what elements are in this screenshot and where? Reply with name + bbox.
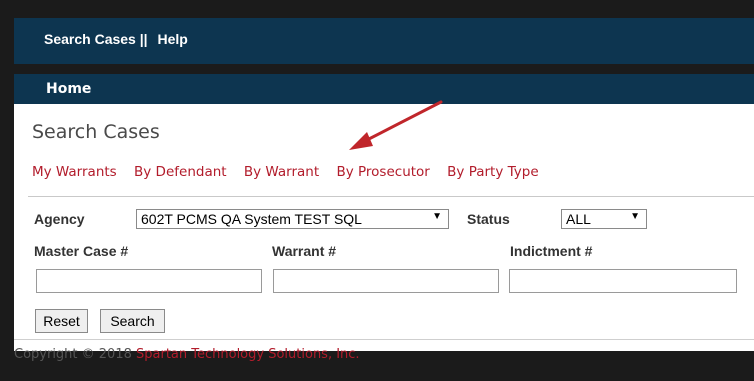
agency-select-value: 602T PCMS QA System TEST SQL — [141, 211, 362, 227]
nav-separator: || — [139, 31, 148, 47]
footer-divider — [14, 339, 754, 340]
nav-help-link[interactable]: Help — [157, 31, 187, 47]
search-button[interactable]: Search — [100, 309, 165, 333]
tabs-divider — [28, 196, 754, 197]
copyright-footer: Copyright © 2018 Spartan Technology Solu… — [14, 347, 360, 362]
warrant-input[interactable] — [273, 269, 499, 293]
chevron-down-icon: ▼ — [630, 211, 640, 222]
top-navigation-bar: Search Cases || Help — [14, 18, 754, 64]
tab-my-warrants[interactable]: My Warrants — [32, 164, 117, 180]
tab-by-warrant[interactable]: By Warrant — [244, 164, 319, 180]
home-link[interactable]: Home — [46, 81, 91, 97]
master-case-label: Master Case # — [34, 243, 129, 259]
page-title: Search Cases — [32, 121, 160, 143]
status-select-value: ALL — [566, 211, 591, 227]
tab-by-party-type[interactable]: By Party Type — [447, 164, 538, 180]
tab-by-prosecutor[interactable]: By Prosecutor — [336, 164, 429, 180]
indictment-input[interactable] — [509, 269, 737, 293]
annotation-arrow-head — [349, 132, 373, 150]
master-case-input[interactable] — [36, 269, 262, 293]
nav-search-cases-link[interactable]: Search Cases — [44, 31, 136, 47]
status-select[interactable]: ALL ▼ — [561, 209, 647, 229]
indictment-label: Indictment # — [510, 243, 593, 259]
annotation-arrow-shaft — [361, 100, 443, 144]
agency-select[interactable]: 602T PCMS QA System TEST SQL ▼ — [136, 209, 449, 229]
status-label: Status — [467, 211, 510, 227]
agency-label: Agency — [34, 211, 85, 227]
annotation-arrow-icon — [349, 100, 443, 150]
search-tabs: My Warrants By Defendant By Warrant By P… — [32, 164, 552, 180]
top-nav-links: Search Cases || Help — [44, 31, 188, 47]
company-link[interactable]: Spartan Technology Solutions, Inc. — [136, 347, 360, 362]
tab-by-defendant[interactable]: By Defendant — [134, 164, 227, 180]
copyright-text: Copyright © 2018 — [14, 347, 137, 362]
warrant-label: Warrant # — [272, 243, 337, 259]
chevron-down-icon: ▼ — [432, 211, 442, 222]
reset-button[interactable]: Reset — [35, 309, 88, 333]
